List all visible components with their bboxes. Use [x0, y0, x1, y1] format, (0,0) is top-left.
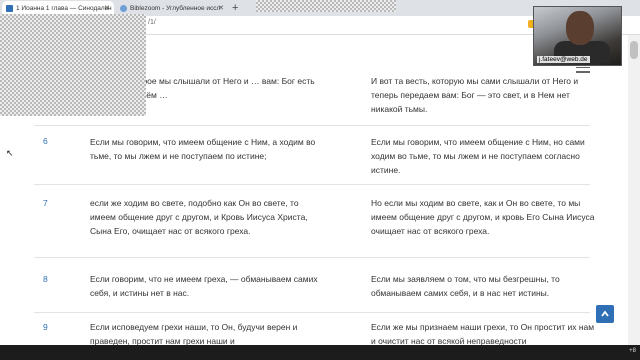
webcam-label: j.fateev@web.de	[537, 56, 590, 63]
verse-number[interactable]: 7	[43, 198, 48, 208]
table-row: 7 если же ходим во свете, подобно как Он…	[34, 185, 595, 258]
synodal-text: Если исповедуем грехи наши, то Он, будуч…	[90, 322, 298, 346]
modern-text: Если мы заявляем о том, что мы безгрешны…	[371, 274, 560, 298]
webcam-person-face	[566, 11, 594, 45]
tray-text: +8	[629, 348, 636, 354]
modern-text: Если же мы признаем наши грехи, то Он пр…	[371, 322, 595, 346]
modern-text: И вот та весть, которую мы сами слышали …	[371, 76, 579, 114]
chevron-up-icon	[601, 310, 609, 317]
new-tab-button[interactable]: +	[232, 1, 238, 15]
verse-table: …естие, которое мы слышали от Него и … в…	[0, 73, 628, 360]
back-to-top-button[interactable]	[596, 305, 614, 323]
os-taskbar: +8	[0, 345, 640, 360]
scrollbar-thumb[interactable]	[630, 41, 638, 59]
synodal-text: Если говорим, что не имеем греха, — обма…	[90, 274, 318, 298]
verse-number[interactable]: 9	[43, 322, 48, 332]
synodal-text: если же ходим во свете, подобно как Он в…	[90, 198, 308, 236]
tab-title: 1 Иоанна 1 глава — Синодальн	[16, 5, 112, 12]
verse-number[interactable]: 6	[43, 136, 48, 146]
mouse-cursor-icon: ↖	[6, 148, 14, 158]
page-scrollbar[interactable]	[628, 35, 640, 345]
tab-title: Biblezoom - Углубленное иссл	[130, 5, 221, 12]
synodal-text: Если мы говорим, что имеем общение с Ним…	[90, 137, 316, 161]
table-row: 6 Если мы говорим, что имеем общение с Н…	[34, 126, 590, 185]
site-favicon-icon	[6, 5, 13, 12]
modern-text: Если мы говорим, что имеем общение с Ним…	[371, 137, 585, 175]
verse-number[interactable]: 8	[43, 274, 48, 284]
table-row: 8 Если говорим, что не имеем греха, — об…	[34, 258, 590, 313]
tab-close-icon[interactable]: ✕	[218, 1, 224, 16]
redacted-area	[0, 14, 146, 116]
webcam-overlay: j.fateev@web.de	[533, 6, 622, 66]
site-favicon-icon	[120, 5, 127, 12]
redacted-area	[256, 0, 396, 12]
url-text[interactable]: /1/	[148, 19, 156, 26]
modern-text: Но если мы ходим во свете, как и Он во с…	[371, 198, 595, 236]
